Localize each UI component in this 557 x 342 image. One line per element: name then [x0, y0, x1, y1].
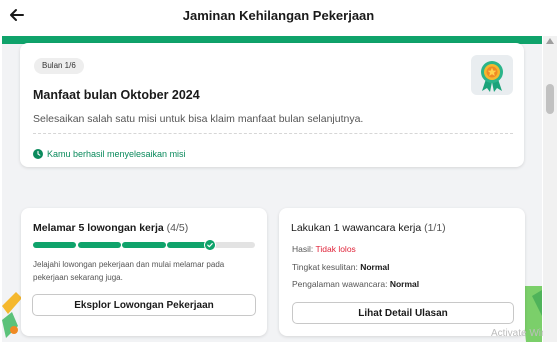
benefit-description: Selesaikan salah satu misi untuk bisa kl…: [33, 113, 364, 125]
interview-result-row: Hasil: Tidak lolos: [292, 244, 356, 254]
explore-jobs-button[interactable]: Eksplor Lowongan Pekerjaan: [32, 294, 256, 316]
progress-segment: [77, 242, 121, 248]
mission-apply-title: Melamar 5 lowongan kerja (4/5): [33, 222, 188, 234]
progress-segment: [122, 242, 166, 248]
interview-difficulty-label: Tingkat kesulitan:: [292, 262, 358, 272]
scrollbar-thumb[interactable]: [546, 84, 554, 114]
medal-icon: [481, 61, 503, 92]
check-icon: [204, 239, 216, 251]
interview-experience-value: Normal: [389, 279, 420, 289]
interview-difficulty-value: Normal: [360, 262, 390, 272]
mission-apply-description: Jelajahi lowongan pekerjaan dan mulai me…: [33, 260, 225, 282]
progress-segment: [211, 242, 256, 248]
mission-progress-bar: [33, 242, 256, 248]
mission-card-interview: Lakukan 1 wawancara kerja (1/1) Hasil: T…: [279, 208, 525, 336]
interview-result-label: Hasil:: [292, 244, 314, 254]
os-watermark: Activate Windows: [491, 328, 543, 339]
mission-card-apply: Melamar 5 lowongan kerja (4/5) Jelajahi …: [21, 208, 267, 336]
mission-interview-title-text: Lakukan 1 wawancara kerja: [291, 222, 422, 234]
progress-segment: [33, 242, 77, 248]
interview-result-value: Tidak lolos: [315, 244, 356, 254]
mission-interview-count: (1/1): [424, 222, 446, 234]
medal-badge: [471, 55, 513, 95]
dashed-divider: [33, 133, 513, 134]
interview-experience-label: Pengalaman wawancara:: [292, 279, 388, 289]
top-bar: Jaminan Kehilangan Pekerjaan: [0, 0, 557, 34]
content-area[interactable]: Bulan 1/6 Manfaat bulan Oktober 2024 Sel…: [2, 36, 542, 342]
scroll-up-arrow-icon[interactable]: [546, 38, 554, 44]
month-badge: Bulan 1/6: [34, 58, 84, 74]
mission-success-text: Kamu berhasil menyelesaikan misi: [47, 149, 186, 159]
vertical-scrollbar[interactable]: [543, 36, 557, 342]
mission-apply-count: (4/5): [166, 222, 189, 234]
benefit-title: Manfaat bulan Oktober 2024: [33, 88, 200, 102]
mission-apply-title-text: Melamar 5 lowongan kerja: [33, 222, 164, 234]
view-review-details-button[interactable]: Lihat Detail Ulasan: [292, 302, 514, 324]
benefit-summary-card: Bulan 1/6 Manfaat bulan Oktober 2024 Sel…: [20, 43, 524, 167]
interview-experience-row: Pengalaman wawancara: Normal: [292, 279, 419, 289]
mission-success-status: Kamu berhasil menyelesaikan misi: [33, 149, 186, 159]
interview-difficulty-row: Tingkat kesulitan: Normal: [292, 262, 390, 272]
clock-icon: [33, 149, 43, 159]
mission-interview-title: Lakukan 1 wawancara kerja (1/1): [291, 222, 446, 234]
page-title: Jaminan Kehilangan Pekerjaan: [182, 8, 375, 23]
